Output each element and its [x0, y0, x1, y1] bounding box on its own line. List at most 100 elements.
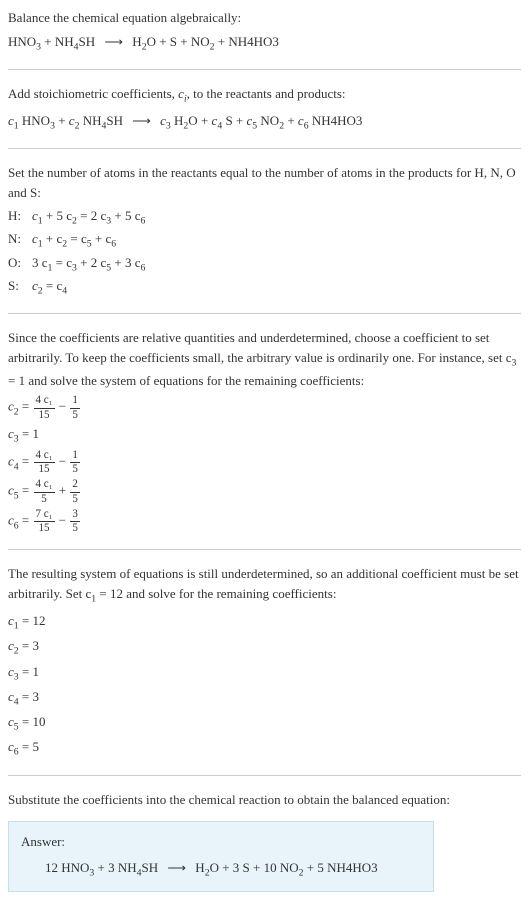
atom-label: O:: [8, 253, 32, 273]
eq-text: −: [56, 513, 70, 528]
frac-coeff-list: c2 = 4 c₁15 − 15 c3 = 1 c4 = 4 c₁15 − 15…: [8, 394, 521, 535]
denominator: 5: [70, 522, 80, 535]
denominator: 15: [34, 463, 55, 476]
coeff-c6: c6 = 7 c₁15 − 35: [8, 508, 521, 536]
fraction: 4 c₁5: [34, 478, 55, 506]
eq-text: = 2 c: [77, 208, 106, 223]
fraction: 15: [70, 394, 80, 422]
eq-text: + 3 c: [111, 255, 140, 270]
arbitrary-title: Since the coefficients are relative quan…: [8, 328, 521, 390]
eq-text: + 5 c: [111, 208, 140, 223]
title-text: = 12 and solve for the remaining coeffic…: [96, 586, 336, 601]
var-sub: 6: [111, 239, 116, 250]
section-arbitrary: Since the coefficients are relative quan…: [8, 328, 521, 535]
resolve-title: The resulting system of equations is sti…: [8, 564, 521, 607]
eq-text: = 1: [19, 426, 39, 441]
fraction: 35: [70, 508, 80, 536]
eq-text: NH4HO3: [309, 113, 363, 128]
section-atoms: Set the number of atoms in the reactants…: [8, 163, 521, 299]
eq-text: SH: [79, 34, 99, 49]
fraction: 4 c₁15: [34, 449, 55, 477]
eq-text: + 5 NH4HO3: [304, 860, 378, 875]
val: = 12: [19, 613, 46, 628]
coeff-item: c5 = 10: [8, 712, 521, 735]
stoich-title: Add stoichiometric coefficients, ci, to …: [8, 84, 521, 107]
title-text: = 1 and solve the system of equations fo…: [8, 373, 364, 388]
answer-box: Answer: 12 HNO3 + 3 NH4SH ⟶ H2O + 3 S + …: [8, 821, 434, 892]
atom-label: H:: [8, 206, 32, 226]
coeff-c5: c5 = 4 c₁5 + 25: [8, 478, 521, 506]
eq-text: + 2 c: [77, 255, 106, 270]
var-sub: 4: [62, 285, 67, 296]
eq-text: O + S + NO: [147, 34, 210, 49]
atom-equation: c1 + c2 = c5 + c6: [32, 229, 521, 252]
separator: [8, 148, 521, 149]
eq-text: HNO: [8, 34, 36, 49]
numerator: 1: [70, 394, 80, 408]
val: = 10: [19, 714, 46, 729]
denominator: 5: [70, 493, 80, 506]
numerator: 1: [70, 449, 80, 463]
eq-text: −: [56, 399, 70, 414]
eq-text: =: [19, 513, 33, 528]
var-sub: 6: [140, 262, 145, 273]
arrow-icon: ⟶: [104, 32, 123, 52]
eq-text: HNO: [19, 113, 50, 128]
numerator: 3: [70, 508, 80, 522]
fraction: 15: [70, 449, 80, 477]
numerator: 4 c₁: [34, 478, 55, 492]
stoich-equation: c1 HNO3 + c2 NH4SH ⟶ c3 H2O + c4 S + c5 …: [8, 111, 521, 134]
answer-label: Answer:: [21, 832, 421, 852]
val: = 3: [19, 689, 39, 704]
coeff-c2: c2 = 4 c₁15 − 15: [8, 394, 521, 422]
denominator: 15: [34, 522, 55, 535]
atom-equation: 3 c1 = c3 + 2 c5 + 3 c6: [32, 253, 521, 276]
coeff-c4: c4 = 4 c₁15 − 15: [8, 449, 521, 477]
separator: [8, 313, 521, 314]
separator: [8, 549, 521, 550]
denominator: 5: [70, 409, 80, 422]
eq-text: = c: [67, 231, 87, 246]
atom-label: N:: [8, 229, 32, 249]
eq-text: H: [171, 113, 184, 128]
atom-row-s: S: c2 = c4: [8, 276, 521, 299]
coeff-item: c2 = 3: [8, 636, 521, 659]
eq-text: +: [284, 113, 298, 128]
eq-text: + 5 c: [43, 208, 72, 223]
numerator: 7 c₁: [34, 508, 55, 522]
atom-row-n: N: c1 + c2 = c5 + c6: [8, 229, 521, 252]
arrow-icon: ⟶: [167, 858, 186, 878]
atoms-title: Set the number of atoms in the reactants…: [8, 163, 521, 202]
eq-text: + c: [43, 231, 63, 246]
val: = 1: [19, 664, 39, 679]
balance-title: Balance the chemical equation algebraica…: [8, 8, 521, 28]
numerator: 2: [70, 478, 80, 492]
coeff-item: c6 = 5: [8, 737, 521, 760]
eq-text: SH: [106, 113, 126, 128]
numerator: 4 c₁: [34, 449, 55, 463]
separator: [8, 775, 521, 776]
section-balance: Balance the chemical equation algebraica…: [8, 8, 521, 55]
atom-equation: c2 = c4: [32, 276, 521, 299]
separator: [8, 69, 521, 70]
eq-text: H: [192, 860, 205, 875]
eq-text: + 3 NH: [94, 860, 136, 875]
eq-text: −: [56, 454, 70, 469]
val: = 3: [19, 638, 39, 653]
eq-text: O + 3 S + 10 NO: [210, 860, 299, 875]
atom-row-o: O: 3 c1 = c3 + 2 c5 + 3 c6: [8, 253, 521, 276]
title-text: , to the reactants and products:: [187, 86, 346, 101]
eq-text: 12 HNO: [45, 860, 89, 875]
eq-text: O +: [188, 113, 211, 128]
int-coeff-list: c1 = 12 c2 = 3 c3 = 1 c4 = 3 c5 = 10 c6 …: [8, 611, 521, 760]
eq-text: H: [129, 34, 142, 49]
fraction: 4 c₁15: [34, 394, 55, 422]
denominator: 5: [34, 493, 55, 506]
eq-text: SH: [142, 860, 162, 875]
fraction: 7 c₁15: [34, 508, 55, 536]
coeff-item: c1 = 12: [8, 611, 521, 634]
atom-row-h: H: c1 + 5 c2 = 2 c3 + 5 c6: [8, 206, 521, 229]
eq-text: NH: [79, 113, 101, 128]
val: = 5: [19, 739, 39, 754]
coeff-item: c4 = 3: [8, 687, 521, 710]
